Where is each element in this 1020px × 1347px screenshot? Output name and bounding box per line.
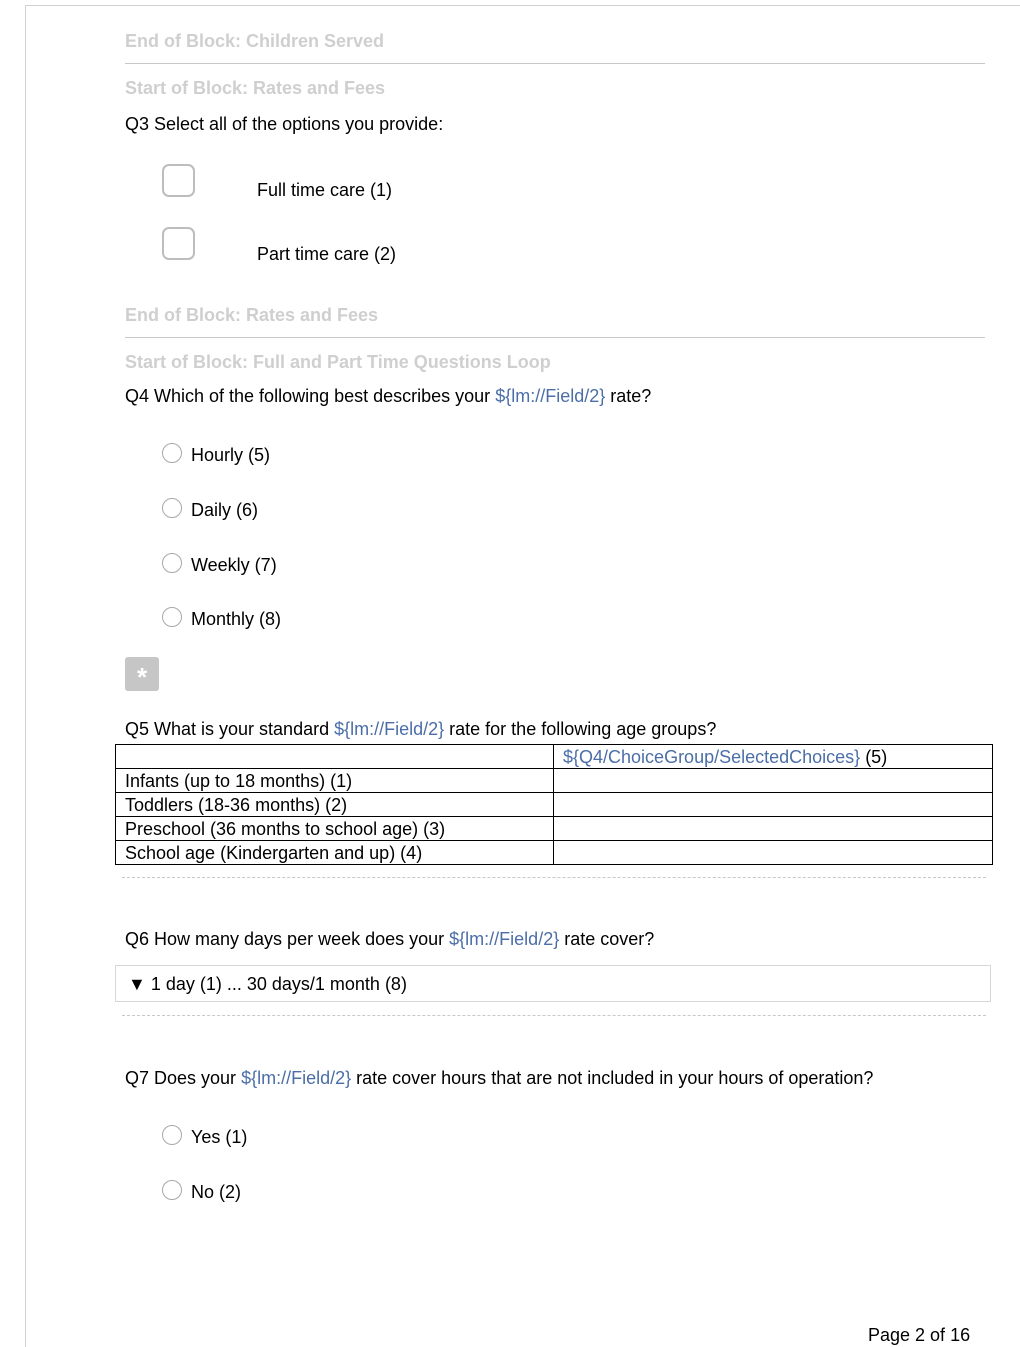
- rate-input-cell[interactable]: [553, 792, 993, 817]
- radio-label-no: No (2): [191, 1182, 242, 1202]
- checkbox-part-time-care[interactable]: [162, 227, 195, 260]
- table-column-header: ${Q4/ChoiceGroup/SelectedChoices} (5): [553, 744, 993, 769]
- radio-daily[interactable]: [162, 498, 182, 518]
- row-label: Toddlers (18-36 months) (2): [115, 792, 554, 817]
- q5-question-text: Q5 What is your standard ${lm://Field/2}…: [125, 719, 716, 740]
- q4-question-text: Q4 Which of the following best describes…: [125, 386, 651, 407]
- required-asterisk-icon: *: [125, 657, 159, 692]
- table-header-row: ${Q4/ChoiceGroup/SelectedChoices} (5): [115, 744, 993, 769]
- rate-input-cell[interactable]: [553, 768, 993, 793]
- q7-suffix: rate cover hours that are not included i…: [351, 1068, 874, 1088]
- row-label: Infants (up to 18 months) (1): [115, 768, 554, 793]
- q4-piped-field: ${lm://Field/2}: [495, 386, 606, 406]
- q6-prefix: Q6 How many days per week does your: [125, 929, 450, 949]
- q5-rate-matrix: ${Q4/ChoiceGroup/SelectedChoices} (5) In…: [115, 744, 993, 865]
- rate-input-cell[interactable]: [553, 840, 993, 865]
- q6-piped-field: ${lm://Field/2}: [449, 929, 560, 949]
- q6-question-text: Q6 How many days per week does your ${lm…: [125, 929, 654, 950]
- page-border-top: [25, 5, 1020, 6]
- checkbox-label-full-time-care: Full time care (1): [257, 180, 393, 200]
- page-border-left: [25, 5, 26, 1347]
- table-row: Preschool (36 months to school age) (3): [115, 816, 993, 841]
- q7-question-text: Q7 Does your ${lm://Field/2} rate cover …: [125, 1068, 873, 1089]
- question-separator: [122, 877, 986, 878]
- radio-weekly[interactable]: [162, 553, 182, 573]
- table-row: Toddlers (18-36 months) (2): [115, 792, 993, 817]
- rate-input-cell[interactable]: [553, 816, 993, 841]
- page-number: Page 2 of 16: [868, 1325, 971, 1345]
- checkbox-label-part-time-care: Part time care (2): [257, 244, 397, 264]
- radio-no[interactable]: [162, 1180, 182, 1200]
- column-header-suffix: (5): [860, 746, 888, 767]
- q6-suffix: rate cover?: [559, 929, 655, 949]
- block-divider: [125, 63, 985, 64]
- block-start-rates-fees: Start of Block: Rates and Fees: [125, 78, 386, 98]
- block-end-rates-fees: End of Block: Rates and Fees: [125, 305, 379, 325]
- checkbox-full-time-care[interactable]: [162, 164, 195, 197]
- row-label: School age (Kindergarten and up) (4): [115, 840, 554, 865]
- q7-piped-field: ${lm://Field/2}: [241, 1068, 352, 1088]
- q7-prefix: Q7 Does your: [125, 1068, 242, 1088]
- table-row: Infants (up to 18 months) (1): [115, 768, 993, 793]
- block-end-children-served: End of Block: Children Served: [125, 31, 385, 51]
- q5-piped-field: ${lm://Field/2}: [334, 719, 445, 739]
- q4-suffix: rate?: [605, 386, 652, 406]
- radio-hourly[interactable]: [162, 443, 182, 463]
- column-header-piped-choice: ${Q4/ChoiceGroup/SelectedChoices}: [563, 746, 861, 767]
- radio-label-weekly: Weekly (7): [191, 555, 277, 575]
- radio-label-daily: Daily (6): [191, 500, 259, 520]
- row-label: Preschool (36 months to school age) (3): [115, 816, 554, 841]
- radio-monthly[interactable]: [162, 607, 182, 627]
- radio-label-monthly: Monthly (8): [191, 609, 282, 629]
- block-divider: [125, 337, 985, 338]
- question-separator: [122, 1015, 986, 1016]
- table-row: School age (Kindergarten and up) (4): [115, 840, 993, 865]
- days-per-week-dropdown[interactable]: ▼ 1 day (1) ... 30 days/1 month (8): [115, 965, 991, 1002]
- q5-prefix: Q5 What is your standard: [125, 719, 335, 739]
- table-corner-cell: [115, 744, 554, 769]
- q3-question-text: Q3 Select all of the options you provide…: [125, 114, 444, 134]
- radio-label-hourly: Hourly (5): [191, 445, 271, 465]
- block-start-loop: Start of Block: Full and Part Time Quest…: [125, 352, 551, 372]
- radio-yes[interactable]: [162, 1125, 182, 1145]
- q5-suffix: rate for the following age groups?: [444, 719, 717, 739]
- radio-label-yes: Yes (1): [191, 1127, 248, 1147]
- q4-prefix: Q4 Which of the following best describes…: [125, 386, 496, 406]
